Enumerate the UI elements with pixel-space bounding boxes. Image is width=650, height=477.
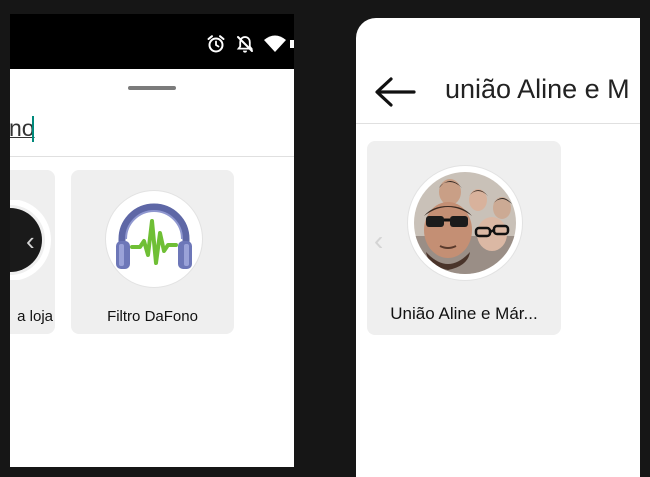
header-divider [356, 123, 640, 124]
notifications-off-icon [235, 34, 255, 59]
right-phone-screen: união Aline e M ‹ União Aline e Már... [356, 18, 640, 477]
left-phone-screen: no ‹ a loja Filtro DaFono [10, 14, 294, 467]
bottom-sheet-handle[interactable] [128, 86, 176, 90]
app-avatar [105, 190, 203, 288]
result-card-filtro-dafono[interactable]: Filtro DaFono [71, 170, 234, 334]
result-card-label: União Aline e Már... [390, 304, 538, 323]
alarm-icon [206, 34, 226, 59]
battery-icon [290, 34, 294, 59]
headphones-music-icon [110, 195, 198, 283]
result-card-uniao[interactable]: ‹ União Aline e Már... [367, 141, 561, 335]
chevron-left-icon[interactable]: ‹ [26, 226, 35, 257]
result-card-label: a loja [17, 308, 53, 325]
page-title: união Aline e M [445, 74, 630, 104]
wifi-icon [263, 34, 287, 59]
search-input[interactable]: no [10, 115, 35, 142]
result-card-label: Filtro DaFono [107, 308, 198, 325]
result-card-store[interactable]: ‹ a loja [10, 170, 55, 334]
arrow-left-icon[interactable] [374, 76, 416, 113]
chevron-left-icon[interactable]: ‹ [374, 225, 383, 257]
status-bar [10, 14, 294, 69]
search-divider [10, 156, 294, 157]
group-photo-avatar [407, 165, 523, 281]
text-caret [32, 116, 34, 142]
